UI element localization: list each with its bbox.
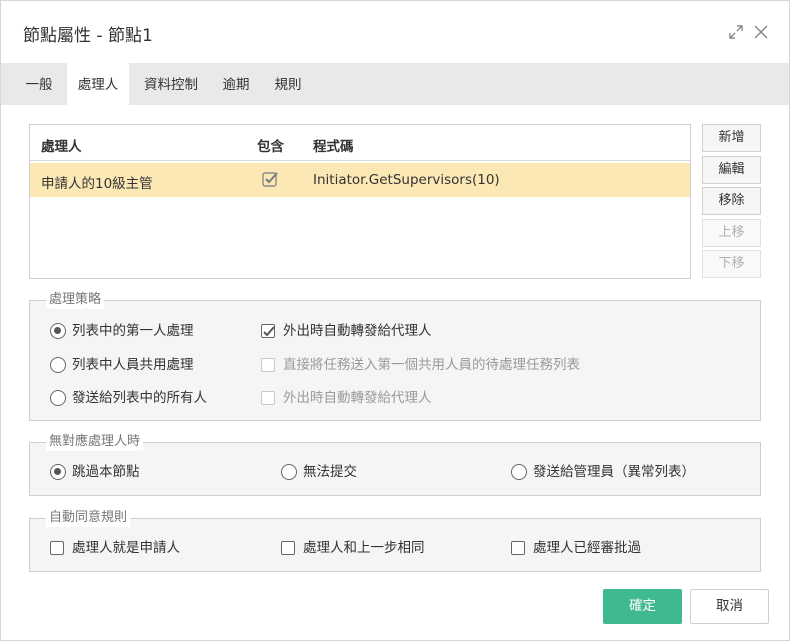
checkbox-label: 處理人已經審批過 bbox=[533, 540, 641, 556]
handlers-table: 處理人 包含 程式碼 申請人的10級主管 Initiator.GetSuperv… bbox=[29, 124, 691, 279]
tab-bar: 一般 處理人 資料控制 逾期 規則 bbox=[1, 63, 789, 105]
tab-handlers[interactable]: 處理人 bbox=[67, 63, 129, 105]
node-properties-dialog: 節點屬性 - 節點1 一般 處理人 資料控制 逾期 規則 處理人 包含 程式碼 … bbox=[0, 0, 790, 641]
remove-button[interactable]: 移除 bbox=[702, 187, 761, 215]
radio-icon bbox=[50, 357, 66, 373]
dialog-title: 節點屬性 - 節點1 bbox=[23, 26, 153, 46]
ok-button[interactable]: 確定 bbox=[603, 589, 682, 624]
cancel-button[interactable]: 取消 bbox=[690, 589, 769, 624]
checkbox-label: 外出時自動轉發給代理人 bbox=[283, 390, 432, 406]
checkbox-checked-icon bbox=[261, 324, 275, 338]
auto-approve-legend: 自動同意規則 bbox=[46, 509, 131, 527]
column-header-code: 程式碼 bbox=[313, 139, 354, 155]
column-header-include: 包含 bbox=[257, 139, 284, 155]
strategy-legend: 處理策略 bbox=[46, 291, 105, 309]
edit-button[interactable]: 編輯 bbox=[702, 156, 761, 184]
move-up-button[interactable]: 上移 bbox=[702, 219, 761, 247]
no-handler-group: 無對應處理人時 跳過本節點 無法提交 發送給管理員（異常列表） bbox=[29, 433, 761, 496]
radio-selected-icon bbox=[50, 323, 66, 339]
strategy-group: 處理策略 列表中的第一人處理 列表中人員共用處理 發送給列表中的所有人 外出時自… bbox=[29, 291, 761, 421]
tab-rules[interactable]: 規則 bbox=[265, 63, 311, 105]
add-button[interactable]: 新增 bbox=[702, 124, 761, 152]
handler-code-cell: Initiator.GetSupervisors(10) bbox=[313, 172, 500, 188]
dialog-titlebar: 節點屬性 - 節點1 bbox=[1, 1, 789, 63]
checkbox-icon bbox=[261, 391, 275, 405]
checkmark-icon bbox=[262, 171, 280, 191]
tab-overdue[interactable]: 逾期 bbox=[213, 63, 259, 105]
tab-data-control[interactable]: 資料控制 bbox=[135, 63, 207, 105]
radio-label: 發送給列表中的所有人 bbox=[72, 390, 207, 406]
no-handler-legend: 無對應處理人時 bbox=[46, 433, 144, 451]
radio-icon bbox=[281, 464, 297, 480]
checkbox-label: 處理人和上一步相同 bbox=[303, 540, 425, 556]
auto-approve-group: 自動同意規則 處理人就是申請人 處理人和上一步相同 處理人已經審批過 bbox=[29, 509, 761, 572]
checkbox-label: 處理人就是申請人 bbox=[72, 540, 180, 556]
checkbox-label: 直接將任務送入第一個共用人員的待處理任務列表 bbox=[283, 357, 580, 373]
checkbox-icon bbox=[261, 358, 275, 372]
radio-label: 無法提交 bbox=[303, 464, 357, 480]
table-header: 處理人 包含 程式碼 bbox=[30, 125, 690, 161]
table-row[interactable]: 申請人的10級主管 Initiator.GetSupervisors(10) bbox=[30, 163, 690, 197]
checkbox-label: 外出時自動轉發給代理人 bbox=[283, 323, 432, 339]
expand-icon[interactable] bbox=[728, 24, 744, 40]
tab-general[interactable]: 一般 bbox=[13, 63, 65, 105]
radio-label: 列表中人員共用處理 bbox=[72, 357, 194, 373]
radio-selected-icon bbox=[50, 464, 66, 480]
radio-icon bbox=[511, 464, 527, 480]
radio-label: 跳過本節點 bbox=[72, 464, 140, 480]
handler-name-cell: 申請人的10級主管 bbox=[41, 176, 153, 192]
checkbox-icon bbox=[281, 541, 295, 555]
close-icon[interactable] bbox=[753, 24, 769, 40]
column-header-handler: 處理人 bbox=[41, 139, 82, 155]
move-down-button[interactable]: 下移 bbox=[702, 250, 761, 278]
radio-label: 發送給管理員（異常列表） bbox=[533, 464, 695, 480]
checkbox-icon bbox=[511, 541, 525, 555]
radio-icon bbox=[50, 390, 66, 406]
checkbox-icon bbox=[50, 541, 64, 555]
radio-label: 列表中的第一人處理 bbox=[72, 323, 194, 339]
